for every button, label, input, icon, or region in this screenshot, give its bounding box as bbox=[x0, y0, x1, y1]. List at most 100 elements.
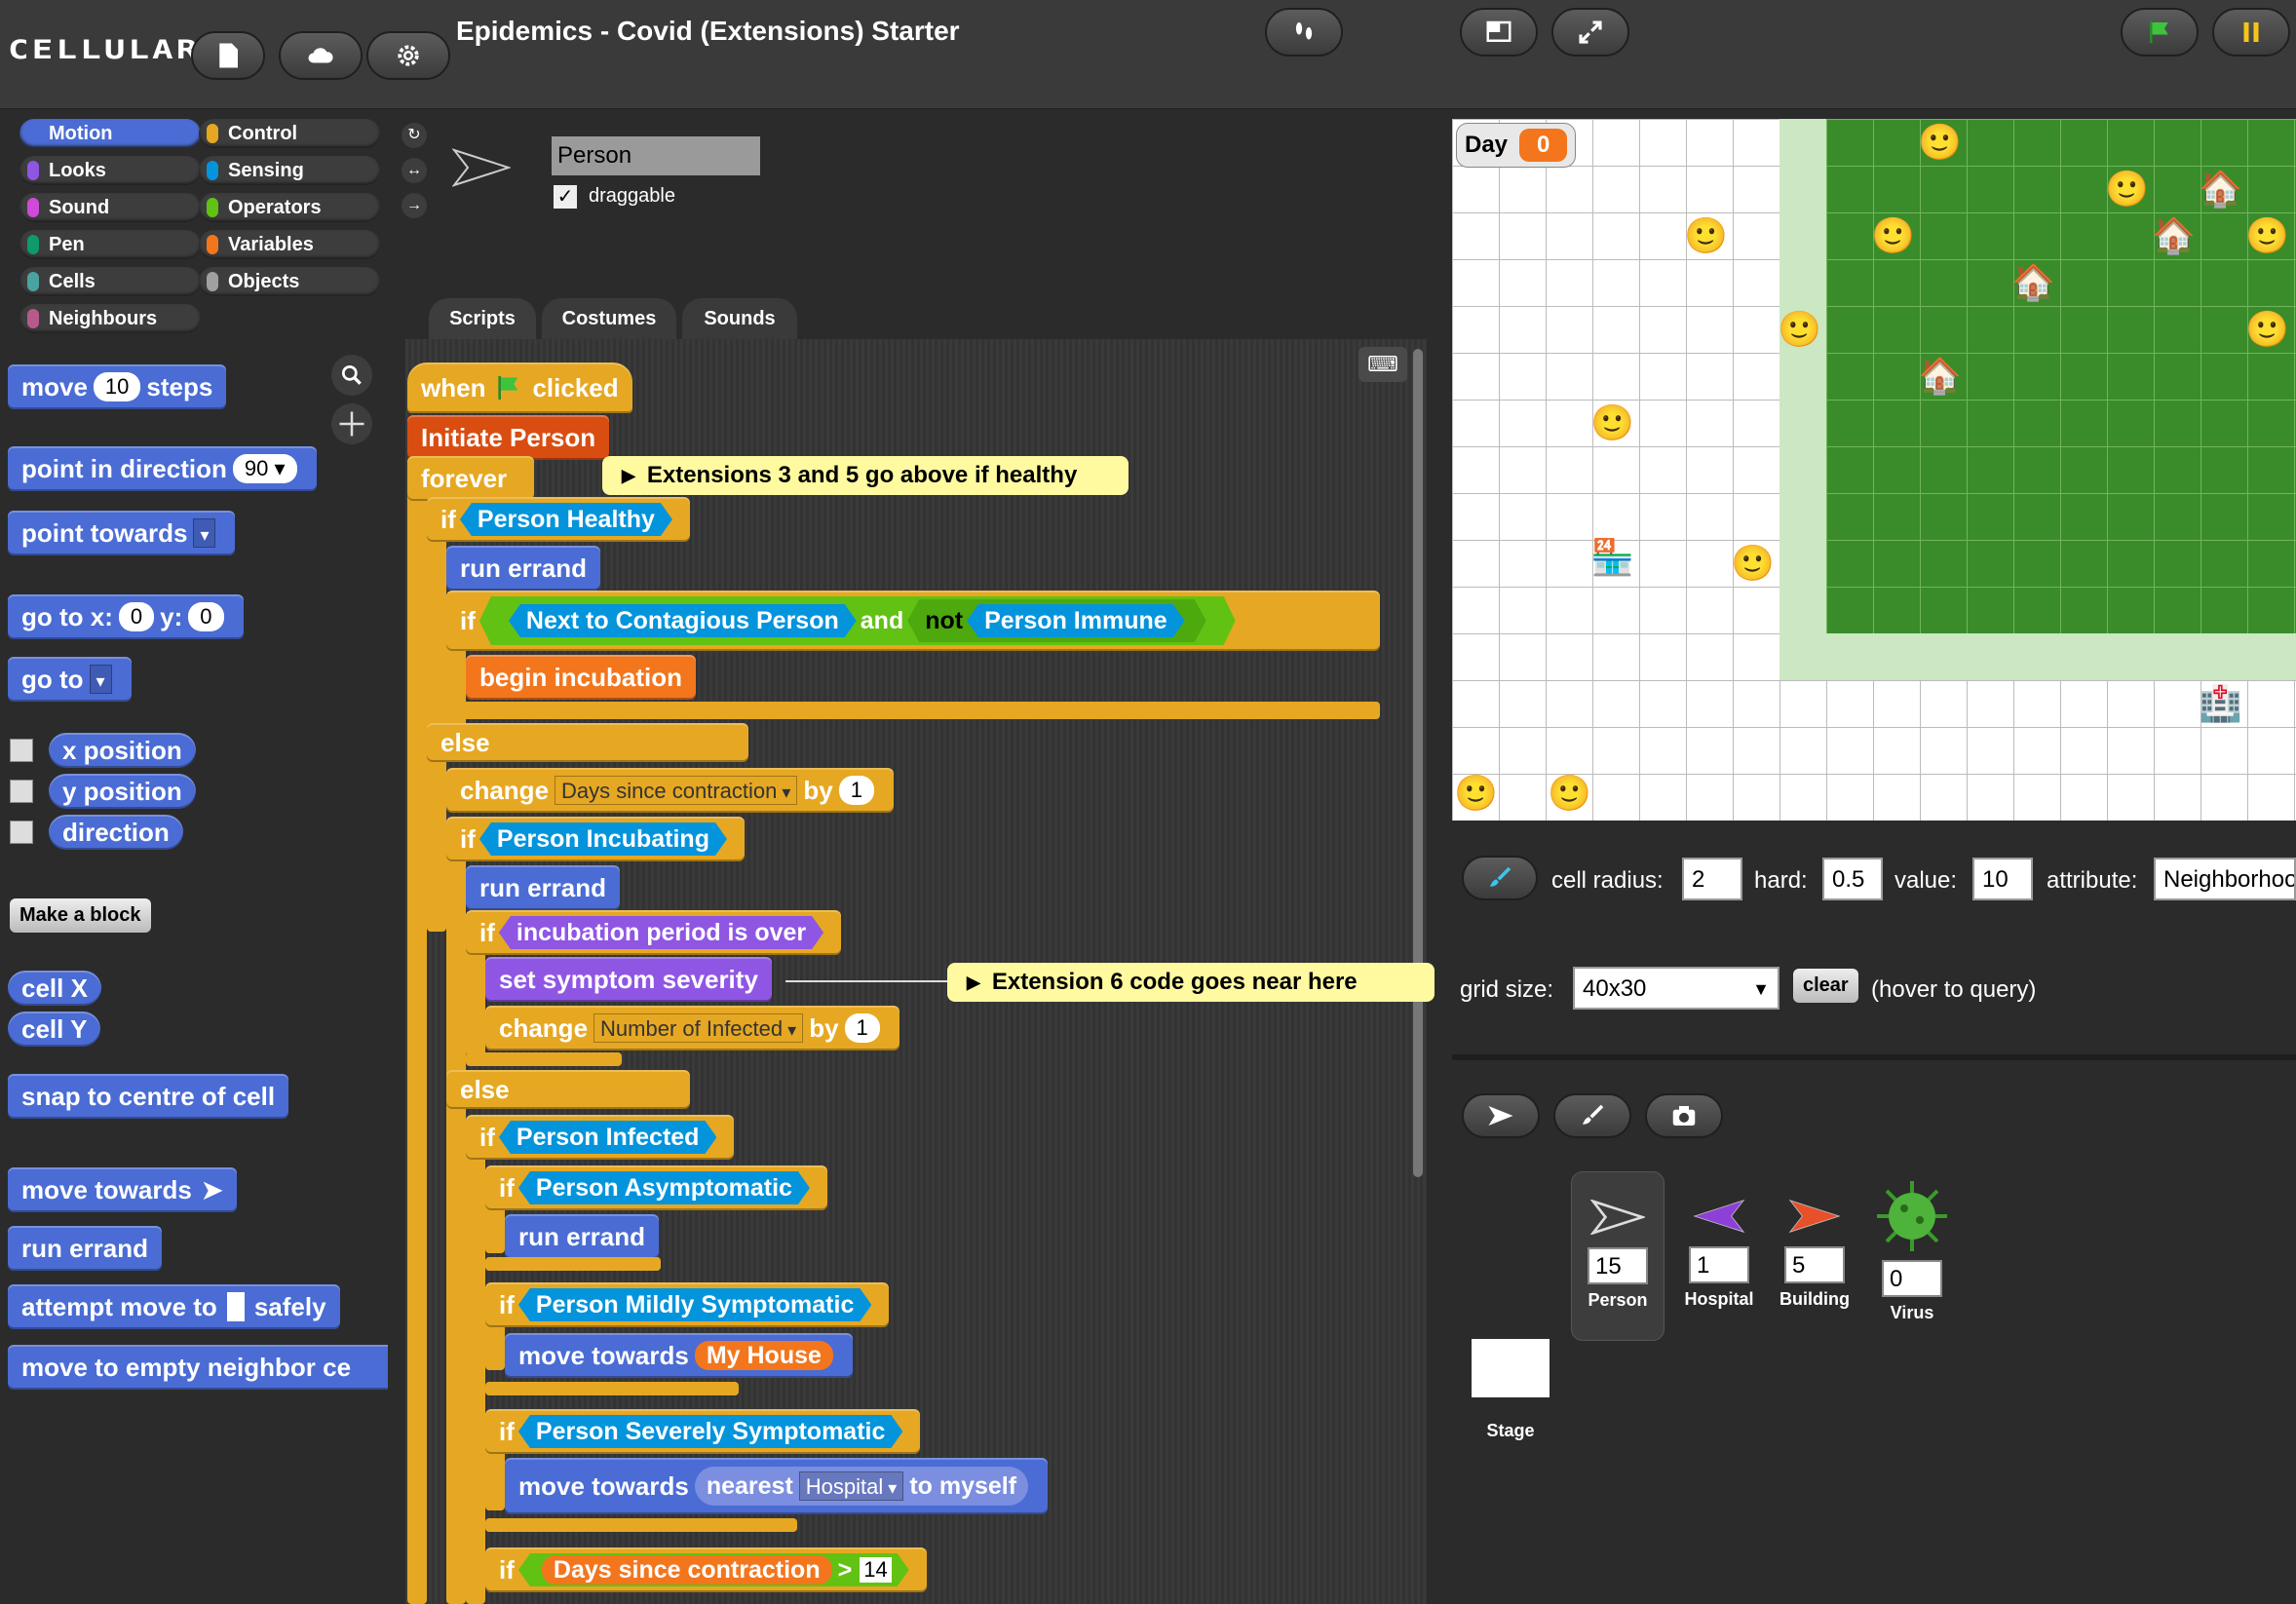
towards-dropdown[interactable] bbox=[193, 518, 216, 548]
person-healthy-reporter[interactable]: Person Healthy bbox=[460, 503, 672, 536]
if-asymptomatic-block[interactable]: if Person Asymptomatic bbox=[485, 1165, 827, 1210]
palette-block-goto-xy[interactable]: go to x: 0 y: 0 bbox=[8, 594, 244, 639]
green-flag-button[interactable] bbox=[2121, 8, 2199, 57]
palette-block-point-direction[interactable]: point in direction 90 ▾ bbox=[8, 446, 317, 491]
hard-input[interactable]: 0.5 bbox=[1822, 858, 1883, 900]
change-infected-block[interactable]: changeNumber of Infectedby1 bbox=[485, 1006, 899, 1050]
house-icon[interactable]: 🏠 bbox=[2152, 216, 2196, 255]
draggable-checkbox[interactable]: ✓ bbox=[554, 185, 577, 209]
sprite-building[interactable]: 5 Building bbox=[1768, 1199, 1861, 1310]
days-since-dropdown[interactable]: Days since contraction bbox=[555, 776, 798, 805]
person-sprite-icon[interactable]: 🙂 bbox=[1548, 774, 1591, 813]
value-input[interactable]: 10 bbox=[1972, 858, 2033, 900]
category-neighbours[interactable]: Neighbours bbox=[19, 304, 201, 333]
if-contagious-block[interactable]: if Next to Contagious Person and not Pers… bbox=[446, 591, 1380, 651]
change-by-input-2[interactable]: 1 bbox=[844, 1013, 880, 1043]
begin-incubation-block[interactable]: begin incubation bbox=[466, 655, 696, 700]
comment-extensions-3-5[interactable]: Extensions 3 and 5 go above if healthy bbox=[602, 456, 1129, 495]
keyboard-icon[interactable]: ⌨ bbox=[1358, 347, 1407, 382]
y-position-checkbox[interactable] bbox=[10, 780, 33, 803]
palette-block-move-towards[interactable]: move towards ➤ bbox=[8, 1167, 237, 1212]
person-sprite-icon[interactable]: 🙂 bbox=[2245, 216, 2289, 255]
x-input[interactable]: 0 bbox=[118, 602, 155, 631]
incubation-over-reporter[interactable]: incubation period is over bbox=[499, 916, 823, 949]
palette-block-run-errand[interactable]: run errand bbox=[8, 1226, 163, 1271]
hospital-count-input[interactable]: 1 bbox=[1689, 1246, 1749, 1283]
building-count-input[interactable]: 5 bbox=[1784, 1246, 1845, 1283]
person-sprite-icon[interactable]: 🙂 bbox=[2245, 310, 2289, 349]
attempt-slot[interactable] bbox=[226, 1292, 245, 1321]
move-towards-hospital-block[interactable]: move towards nearestHospitalto myself bbox=[505, 1458, 1049, 1514]
person-sprite-icon[interactable]: 🙂 bbox=[1778, 310, 1821, 349]
zoom-blocks-button[interactable] bbox=[331, 403, 372, 444]
pause-button[interactable] bbox=[2212, 8, 2290, 57]
greater-than-operator[interactable]: Days since contraction >14 bbox=[518, 1553, 909, 1586]
paint-new-sprite-button[interactable] bbox=[1553, 1093, 1631, 1138]
flip-button[interactable]: ↔ bbox=[402, 158, 427, 183]
camera-button[interactable] bbox=[1645, 1093, 1723, 1138]
palette-block-goto[interactable]: go to bbox=[8, 657, 132, 702]
person-sprite-icon[interactable]: 🙂 bbox=[1684, 216, 1728, 255]
category-control[interactable]: Control bbox=[199, 119, 380, 148]
palette-block-attempt-move[interactable]: attempt move to safely bbox=[8, 1284, 340, 1329]
category-variables[interactable]: Variables bbox=[199, 230, 380, 259]
if-days-block[interactable]: if Days since contraction >14 bbox=[485, 1547, 927, 1592]
if-incubating-block[interactable]: if Person Incubating bbox=[446, 817, 745, 861]
nearest-reporter[interactable]: nearestHospitalto myself bbox=[694, 1467, 1029, 1506]
person-sprite-icon[interactable]: 🙂 bbox=[1590, 403, 1634, 442]
initiate-person-block[interactable]: Initiate Person bbox=[407, 415, 610, 460]
run-errand-block-2[interactable]: run errand bbox=[466, 865, 621, 910]
category-pen[interactable]: Pen bbox=[19, 230, 201, 259]
if-infected-block[interactable]: if Person Infected bbox=[466, 1115, 735, 1160]
comment-extension-6[interactable]: Extension 6 code goes near here bbox=[947, 963, 1435, 1002]
palette-block-point-towards[interactable]: point towards bbox=[8, 511, 236, 555]
grid-size-select[interactable]: 40x30 ▼ bbox=[1573, 967, 1779, 1010]
person-immune-reporter[interactable]: Person Immune bbox=[967, 604, 1185, 637]
sprite-person[interactable]: 15 Person bbox=[1571, 1171, 1665, 1341]
palette-block-move-empty[interactable]: move to empty neighbor ce bbox=[8, 1345, 388, 1390]
number-infected-dropdown[interactable]: Number of Infected bbox=[593, 1013, 804, 1043]
next-to-contagious-reporter[interactable]: Next to Contagious Person bbox=[509, 604, 857, 637]
direction-input[interactable]: 90 ▾ bbox=[232, 454, 297, 483]
tab-scripts[interactable]: Scripts bbox=[429, 298, 536, 339]
if-person-healthy-block[interactable]: if Person Healthy bbox=[427, 497, 690, 542]
palette-block-move[interactable]: move 10 steps bbox=[8, 364, 227, 409]
stage-size-button[interactable] bbox=[1460, 8, 1538, 57]
person-sprite-icon[interactable]: 🙂 bbox=[2105, 170, 2149, 209]
category-objects[interactable]: Objects bbox=[199, 267, 380, 296]
palette-block-x-position[interactable]: x position bbox=[49, 733, 196, 768]
sprite-hospital[interactable]: 1 Hospital bbox=[1672, 1199, 1766, 1310]
palette-block-snap[interactable]: snap to centre of cell bbox=[8, 1074, 289, 1119]
if-mild-block[interactable]: if Person Mildly Symptomatic bbox=[485, 1282, 890, 1327]
days-threshold-input[interactable]: 14 bbox=[860, 1557, 891, 1583]
search-button[interactable] bbox=[331, 355, 372, 396]
sprite-name-input[interactable]: Person bbox=[552, 136, 760, 175]
direction-checkbox[interactable] bbox=[10, 821, 33, 844]
run-errand-block[interactable]: run errand bbox=[446, 546, 601, 591]
category-sensing[interactable]: Sensing bbox=[199, 156, 380, 185]
change-by-input[interactable]: 1 bbox=[838, 776, 874, 805]
virus-count-input[interactable]: 0 bbox=[1882, 1260, 1942, 1297]
forever-block[interactable]: forever bbox=[407, 456, 534, 501]
hospital-dropdown[interactable]: Hospital bbox=[798, 1471, 904, 1501]
cell-radius-input[interactable]: 2 bbox=[1682, 858, 1742, 900]
run-errand-block-3[interactable]: run errand bbox=[505, 1214, 660, 1259]
person-severe-reporter[interactable]: Person Severely Symptomatic bbox=[518, 1415, 903, 1448]
person-sprite-icon[interactable]: 🙂 bbox=[1871, 216, 1915, 255]
category-sound[interactable]: Sound bbox=[19, 193, 201, 222]
house-icon[interactable]: 🏠 bbox=[1918, 357, 1962, 396]
sprite-virus[interactable]: 0 Virus bbox=[1865, 1177, 1959, 1323]
not-operator[interactable]: not Person Immune bbox=[907, 599, 1205, 642]
person-asymptomatic-reporter[interactable]: Person Asymptomatic bbox=[518, 1171, 810, 1204]
person-mild-reporter[interactable]: Person Mildly Symptomatic bbox=[518, 1288, 871, 1321]
set-symptom-severity-block[interactable]: set symptom severity bbox=[485, 957, 772, 1002]
person-infected-reporter[interactable]: Person Infected bbox=[499, 1121, 717, 1154]
settings-button[interactable] bbox=[366, 31, 450, 80]
palette-block-direction[interactable]: direction bbox=[49, 815, 183, 850]
stage-thumbnail[interactable] bbox=[1472, 1339, 1550, 1397]
attribute-select[interactable]: Neighborhoo bbox=[2154, 858, 2296, 900]
change-days-block[interactable]: changeDays since contractionby1 bbox=[446, 768, 894, 813]
shop-icon[interactable]: 🏪 bbox=[1590, 538, 1634, 577]
y-input[interactable]: 0 bbox=[188, 602, 224, 631]
category-looks[interactable]: Looks bbox=[19, 156, 201, 185]
